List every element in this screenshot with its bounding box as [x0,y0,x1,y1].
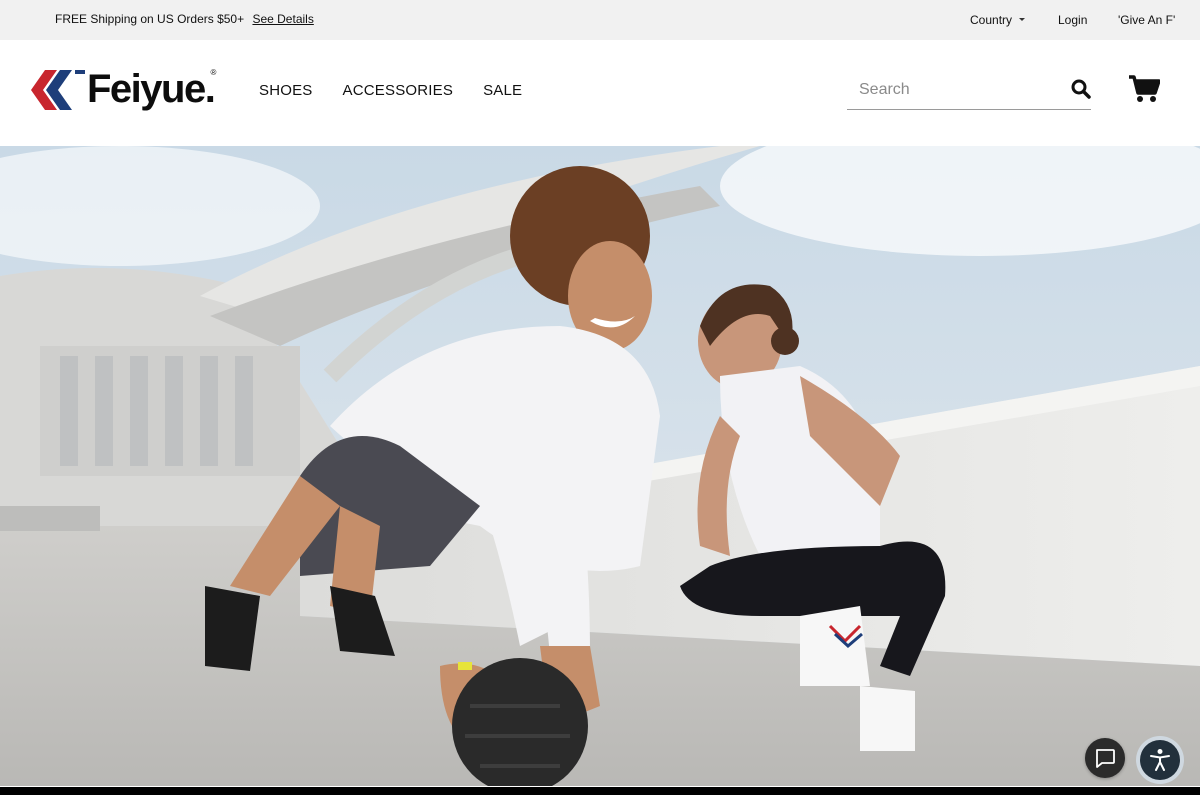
registered-mark: ® [210,68,217,77]
site-header: Feiyue. ® SHOES ACCESSORIES SALE [0,40,1200,146]
country-label: Country [970,13,1013,27]
accessibility-button[interactable] [1136,736,1184,784]
login-link[interactable]: Login [1058,13,1087,27]
accessibility-icon [1140,740,1180,780]
cart-icon[interactable] [1128,74,1161,104]
main-nav: SHOES ACCESSORIES SALE [259,82,522,99]
hero-divider [0,786,1200,800]
search-bar [847,71,1091,110]
nav-sale[interactable]: SALE [483,82,522,99]
see-details-link[interactable]: See Details [252,12,313,26]
give-an-f-link[interactable]: 'Give An F' [1118,13,1175,27]
nav-accessories[interactable]: ACCESSORIES [343,82,454,99]
feiyue-logo[interactable]: Feiyue. ® [31,67,217,111]
promo-message: FREE Shipping on US Orders $50+ See Deta… [55,12,314,26]
chevron-down-icon [1019,18,1026,22]
hero-banner[interactable] [0,146,1200,786]
nav-shoes[interactable]: SHOES [259,82,313,99]
search-icon[interactable] [1071,79,1091,99]
logo-chevron-icon [31,70,85,110]
search-input[interactable] [859,79,1059,101]
chat-button[interactable] [1085,738,1125,778]
promo-text: FREE Shipping on US Orders $50+ [55,12,245,26]
logo-wordmark: Feiyue. ® [87,67,217,111]
chat-icon [1096,749,1115,768]
hero-photo [0,146,1200,786]
announcement-bar: FREE Shipping on US Orders $50+ See Deta… [0,0,1200,40]
divider-line [0,787,1200,795]
country-selector[interactable]: Country [970,13,1026,27]
